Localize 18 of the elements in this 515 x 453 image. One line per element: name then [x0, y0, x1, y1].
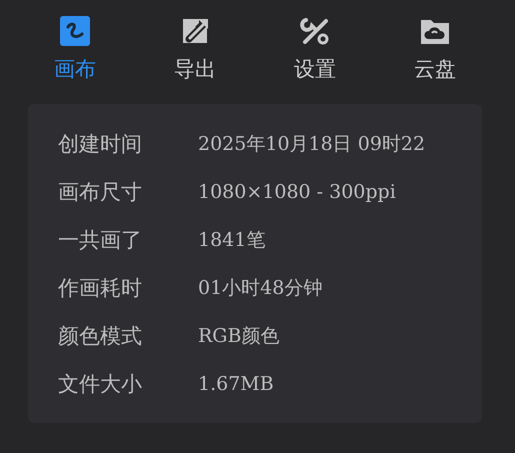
info-label: 创建时间: [58, 131, 143, 158]
info-value: RGB颜色: [198, 324, 280, 349]
tab[interactable]: 画布: [15, 15, 135, 83]
info-value: 01小时48分钟: [198, 276, 322, 301]
squiggle-icon: [59, 15, 91, 47]
info-label: 作画耗时: [58, 275, 143, 302]
tab[interactable]: 设置: [255, 15, 375, 83]
tab[interactable]: 导出: [135, 15, 255, 83]
tab[interactable]: 云盘: [375, 15, 495, 83]
info-label: 文件大小: [58, 371, 143, 398]
tools-icon: [299, 15, 331, 47]
info-value: 1.67MB: [198, 373, 274, 395]
info-label: 颜色模式: [58, 323, 143, 350]
info-value: 1841笔: [198, 228, 266, 253]
info-label: 一共画了: [58, 227, 143, 254]
info-value: 2025年10月18日 09时22: [198, 132, 426, 157]
info-value: 1080×1080 - 300ppi: [198, 181, 396, 203]
info-label: 画布尺寸: [58, 179, 143, 206]
